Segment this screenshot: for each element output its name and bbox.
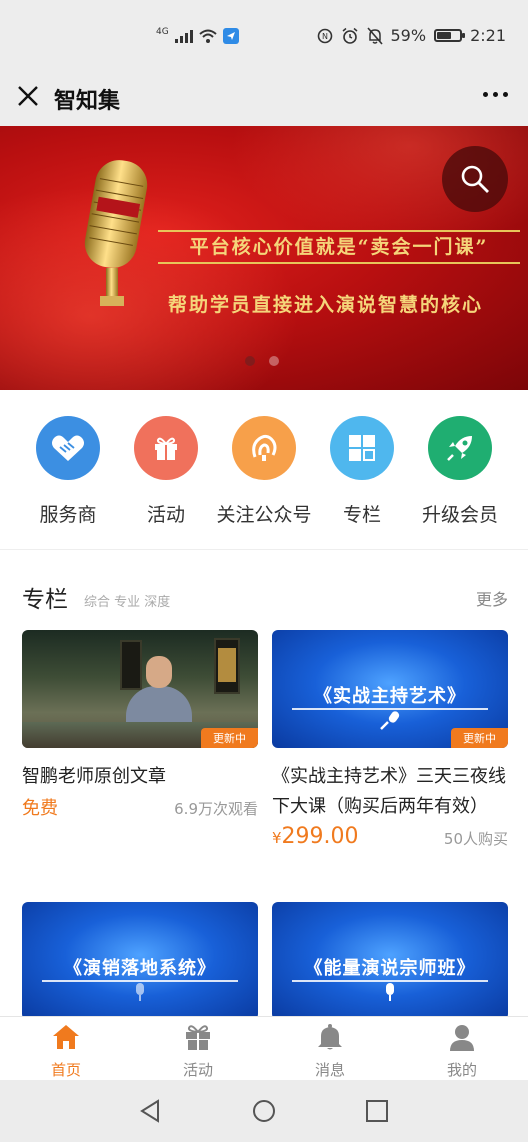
user-icon: [450, 1025, 474, 1051]
tab-label: 消息: [314, 1061, 345, 1079]
menu-item-upgrade-member[interactable]: 升级会员: [410, 416, 510, 527]
course-price: ¥299.00: [272, 824, 359, 849]
course-card[interactable]: 《实战主持艺术》 更新中 《实战主持艺术》三天三夜线下大课（购买后两年有效） ¥…: [272, 630, 508, 854]
tab-messages[interactable]: 消息: [264, 1023, 396, 1080]
person-head: [146, 656, 172, 688]
carousel-dot-1[interactable]: [245, 356, 255, 366]
network-label: 4G: [156, 27, 169, 37]
course-thumbnail: 《演销落地系统》: [22, 902, 258, 1020]
course-price: 免费: [22, 798, 58, 819]
wifi-icon: [199, 29, 217, 43]
course-meta: ¥299.00 50人购买: [272, 824, 508, 854]
home-icon: [53, 1025, 79, 1049]
clock: 2:21: [470, 26, 506, 45]
menu-label: 服务商: [39, 504, 97, 526]
status-right: N 59% 2:21: [317, 26, 506, 45]
price-value: 299.00: [281, 824, 359, 849]
thumbnail-caption: 《能量演说宗师班》: [304, 958, 476, 979]
system-navigation-bar: [0, 1080, 528, 1142]
wechat-follow-icon: [232, 416, 296, 480]
banner-headline: 平台核心价值就是“卖会一门课”: [158, 230, 520, 264]
menu-label: 升级会员: [421, 504, 498, 526]
microphone-icon: [386, 983, 394, 1001]
signal-icon: [174, 29, 193, 43]
currency-symbol: ¥: [272, 829, 282, 847]
page-title: 智知集: [54, 89, 121, 114]
course-purchases: 50人购买: [443, 830, 508, 848]
course-card[interactable]: 更新中 智鹏老师原创文章 免费 6.9万次观看: [22, 630, 258, 824]
column-section-header: 专栏 综合 专业 深度 更多: [0, 570, 528, 620]
section-subtitle: 综合 专业 深度: [84, 595, 171, 610]
menu-item-follow-account[interactable]: 关注公众号: [214, 416, 314, 527]
tab-label: 我的: [446, 1061, 477, 1079]
more-menu-icon[interactable]: [483, 92, 508, 97]
carousel-indicator: [245, 356, 279, 366]
home-button-icon[interactable]: [251, 1098, 277, 1124]
microphone-icon: [380, 711, 400, 730]
tab-label: 首页: [50, 1061, 81, 1079]
status-bar: 4G N 59% 2:21: [0, 0, 528, 70]
menu-item-service-provider[interactable]: 服务商: [18, 416, 118, 527]
status-badge: 更新中: [451, 728, 508, 748]
status-badge: 更新中: [201, 728, 258, 748]
banner-subline: 帮助学员直接进入演说智慧的核心: [168, 294, 484, 316]
course-card[interactable]: 《能量演说宗师班》: [272, 902, 508, 1020]
course-thumbnail: 《实战主持艺术》 更新中: [272, 630, 508, 748]
lantern-glow: [218, 648, 236, 682]
course-thumbnail: 《能量演说宗师班》: [272, 902, 508, 1020]
quick-menu: 服务商 活动 关注公众号 专栏 升级会员: [0, 390, 528, 550]
thumbnail-caption: 《演销落地系统》: [64, 958, 216, 979]
microphone-icon: [136, 983, 144, 1001]
title-bar: 智知集: [0, 70, 528, 126]
tab-activity[interactable]: 活动: [132, 1023, 264, 1080]
more-link[interactable]: 更多: [476, 586, 508, 610]
menu-item-column[interactable]: 专栏: [312, 416, 412, 527]
search-icon: [461, 165, 489, 193]
menu-label: 专栏: [342, 504, 381, 526]
tab-label: 活动: [182, 1061, 213, 1079]
status-left: 4G: [156, 27, 239, 44]
recents-icon[interactable]: [364, 1098, 390, 1124]
microphone-icon: [84, 160, 148, 306]
handshake-icon: [36, 416, 100, 480]
tab-home[interactable]: 首页: [0, 1023, 132, 1080]
thumbnail-caption: 《实战主持艺术》: [314, 686, 466, 707]
tab-mine[interactable]: 我的: [396, 1023, 528, 1080]
course-card[interactable]: 《演销落地系统》: [22, 902, 258, 1020]
bell-icon: [318, 1024, 342, 1050]
back-icon[interactable]: [138, 1098, 164, 1124]
mute-icon: [366, 26, 383, 45]
nfc-icon: N: [317, 28, 332, 43]
svg-text:N: N: [322, 32, 328, 41]
menu-label: 活动: [146, 504, 185, 526]
battery-icon: [434, 29, 466, 42]
banner-carousel[interactable]: 平台核心价值就是“卖会一门课” 帮助学员直接进入演说智慧的核心: [0, 126, 528, 390]
course-views: 6.9万次观看: [174, 800, 258, 818]
course-title: 《实战主持艺术》三天三夜线下大课（购买后两年有效）: [272, 766, 506, 817]
search-button[interactable]: [442, 146, 508, 212]
bottom-tab-bar: 首页 活动 消息 我的: [0, 1016, 528, 1080]
grid-icon: [330, 416, 394, 480]
app-notification-icon: [222, 28, 239, 44]
rocket-icon: [428, 416, 492, 480]
section-title: 专栏: [22, 587, 68, 613]
close-icon[interactable]: [14, 82, 42, 110]
menu-item-activity[interactable]: 活动: [116, 416, 216, 527]
lantern-decoration: [120, 640, 142, 690]
menu-label: 关注公众号: [216, 504, 312, 526]
course-thumbnail: 更新中: [22, 630, 258, 748]
alarm-icon: [342, 27, 357, 44]
carousel-dot-2[interactable]: [269, 356, 279, 366]
gift-icon: [134, 416, 198, 480]
gift-icon: [186, 1025, 210, 1050]
course-meta: 免费 6.9万次观看: [22, 794, 258, 824]
course-title: 智鹏老师原创文章: [22, 766, 166, 787]
battery-percent: 59%: [390, 26, 427, 45]
